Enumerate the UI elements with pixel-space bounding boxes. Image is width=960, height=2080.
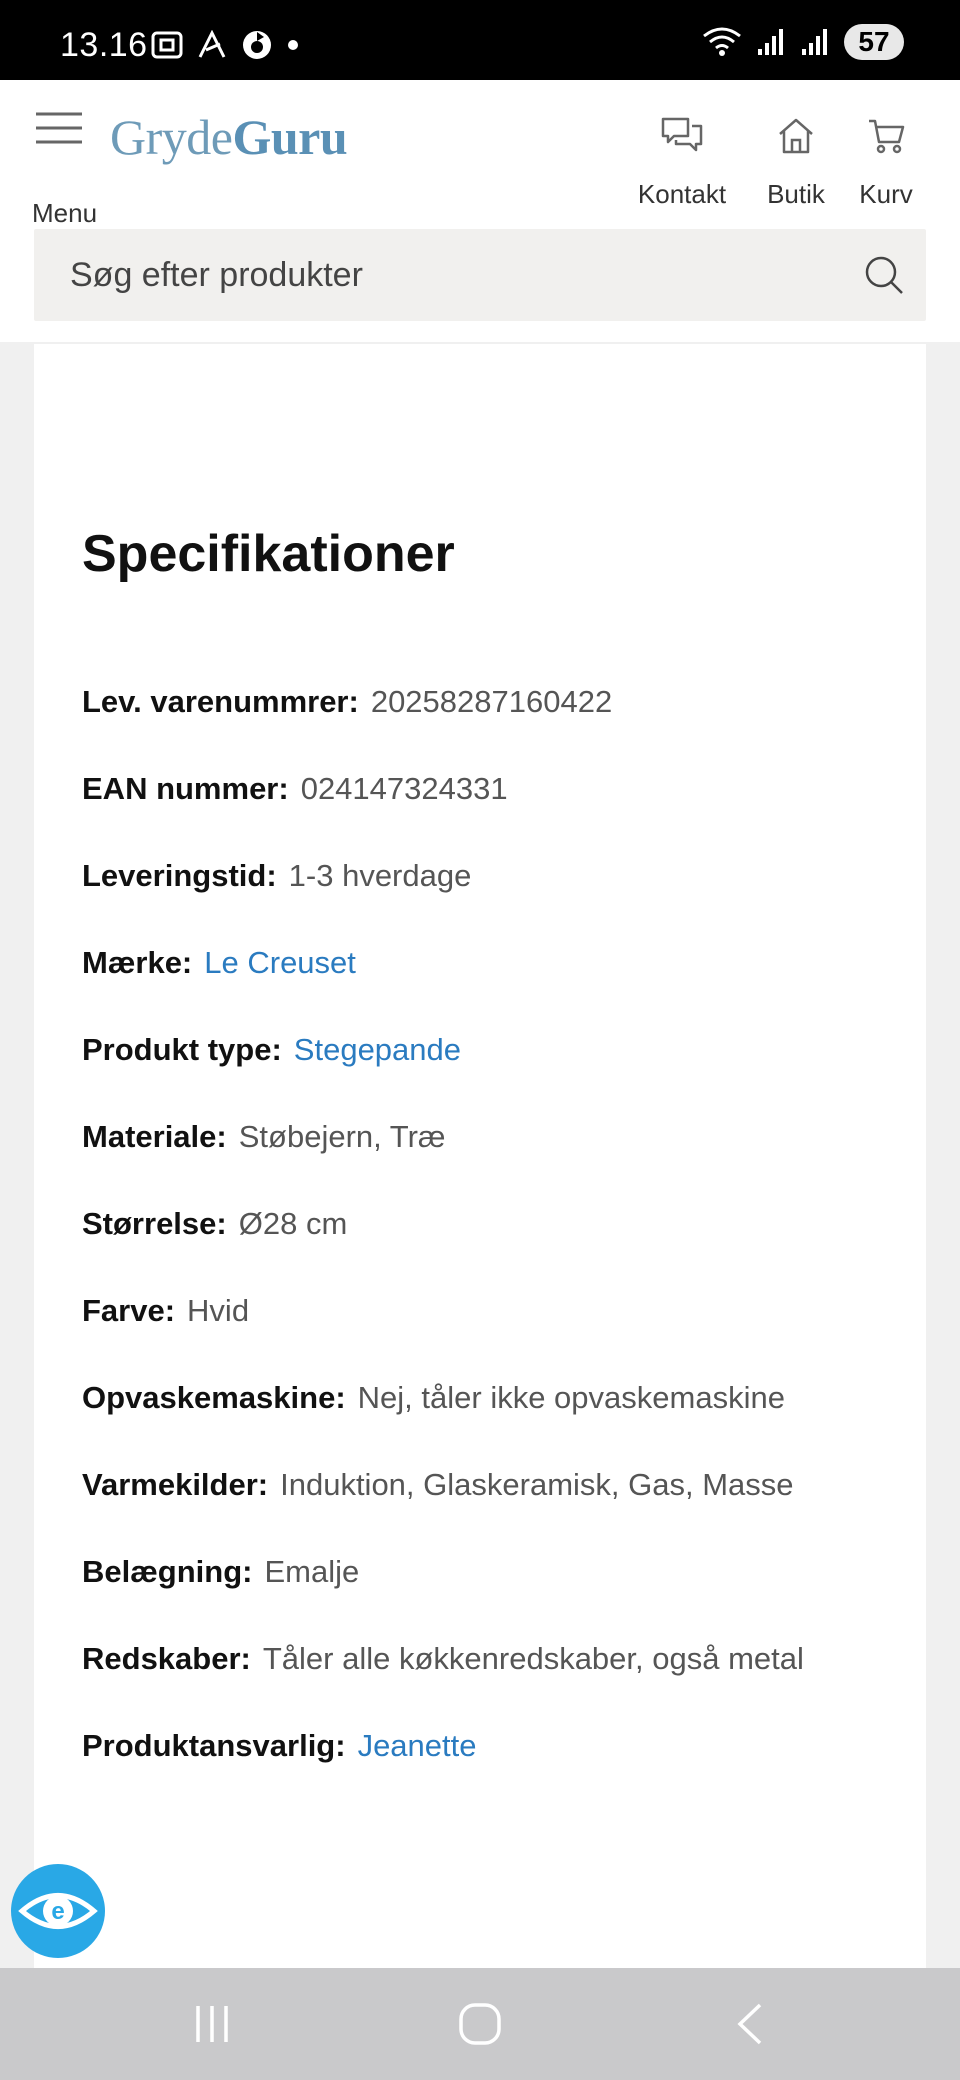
spec-label: Varmekilder: [82, 1467, 269, 1502]
spec-value: 024147324331 [300, 771, 508, 806]
spec-row: Materiale: Støbejern, Træ [82, 1119, 902, 1206]
product-type-link[interactable]: Stegepande [294, 1032, 461, 1068]
screenshot-icon [151, 31, 183, 59]
nav-kurv-label: Kurv [859, 179, 913, 209]
eye-icon: e [18, 1893, 98, 1929]
spec-label: Materiale: [82, 1119, 227, 1154]
spec-row: Farve: Hvid [82, 1293, 902, 1380]
search-bar [34, 229, 926, 321]
spec-row: Belægning: Emalje [82, 1554, 902, 1641]
spec-row: Opvaskemaskine: Nej, tåler ikke opvaskem… [82, 1380, 902, 1467]
nav-kurv[interactable]: Kurv [856, 116, 916, 210]
spec-row: Leveringstid: 1-3 hverdage [82, 858, 902, 945]
specifications-title: Specifikationer [82, 525, 455, 583]
android-nav-bar [0, 1968, 960, 2080]
spec-row: Redskaber: Tåler alle køkkenredskaber, o… [82, 1641, 902, 1728]
signal-icon [802, 29, 827, 55]
nav-butik[interactable]: Butik [758, 116, 834, 210]
svg-text:e: e [51, 1898, 64, 1925]
spec-value: Støbejern, Træ [238, 1119, 446, 1154]
accessibility-button[interactable]: e [11, 1864, 105, 1958]
dot-icon [288, 40, 298, 50]
chat-icon [661, 117, 703, 152]
spec-label: Mærke: [82, 945, 193, 980]
status-bar: 13.16 57 [0, 0, 960, 80]
spec-label: EAN nummer: [82, 771, 289, 806]
sync-icon [243, 31, 271, 59]
menu-button[interactable]: Menu [32, 108, 122, 228]
logo-part-1: Gryde [110, 109, 233, 165]
menu-label: Menu [32, 198, 98, 228]
spec-row: Produktansvarlig: Jeanette [82, 1728, 902, 1815]
battery-indicator: 57 [844, 24, 904, 60]
spec-value: 20258287160422 [370, 684, 613, 719]
home-circle-icon[interactable] [456, 2002, 504, 2046]
spec-label: Produkt type: [82, 1032, 282, 1067]
spec-row: Mærke: Le Creuset [82, 945, 902, 1032]
hamburger-icon [36, 112, 82, 144]
spec-row: Varmekilder: Induktion, Glaskeramisk, Ga… [82, 1467, 902, 1554]
spec-value: Ø28 cm [238, 1206, 348, 1241]
specifications-list: Lev. varenummrer: 20258287160422 EAN num… [82, 684, 902, 1815]
recent-apps-icon[interactable] [192, 2002, 232, 2046]
spec-row: Lev. varenummrer: 20258287160422 [82, 684, 902, 771]
back-icon[interactable] [734, 2002, 766, 2046]
status-icons-right: 57 [702, 24, 904, 60]
spec-value: Induktion, Glaskeramisk, Gas, Masse [280, 1467, 794, 1502]
app-icon [198, 30, 226, 58]
spec-label: Størrelse: [82, 1206, 227, 1241]
spec-label: Opvaskemaskine: [82, 1380, 346, 1415]
spec-value: Emalje [264, 1554, 360, 1589]
nav-kontakt-label: Kontakt [637, 179, 727, 209]
spec-row: EAN nummer: 024147324331 [82, 771, 902, 858]
spec-row: Produkt type: Stegepande [82, 1032, 902, 1119]
wifi-icon [703, 27, 741, 56]
spec-label: Produktansvarlig: [82, 1728, 346, 1763]
spec-label: Lev. varenummrer: [82, 684, 359, 719]
specifications-card: Specifikationer Lev. varenummrer: 202582… [34, 344, 926, 1968]
spec-value: Nej, tåler ikke opvaskemaskine [357, 1380, 785, 1415]
cart-icon [869, 119, 905, 154]
spec-label: Leveringstid: [82, 858, 277, 893]
status-time: 13.16 [60, 26, 148, 64]
spec-label: Redskaber: [82, 1641, 251, 1676]
nav-kontakt[interactable]: Kontakt [632, 116, 732, 210]
product-manager-link[interactable]: Jeanette [358, 1728, 477, 1764]
spec-value: Hvid [187, 1293, 250, 1328]
site-logo[interactable]: GrydeGuru [110, 108, 348, 166]
spec-label: Belægning: [82, 1554, 253, 1589]
spec-label: Farve: [82, 1293, 176, 1328]
spec-row: Størrelse: Ø28 cm [82, 1206, 902, 1293]
spec-value: Tåler alle køkkenredskaber, også metal [262, 1641, 804, 1676]
search-icon[interactable] [864, 255, 904, 295]
brand-link[interactable]: Le Creuset [204, 945, 356, 981]
status-icons-left [150, 28, 300, 62]
search-input[interactable] [70, 229, 850, 321]
spec-value: 1-3 hverdage [288, 858, 472, 893]
logo-part-2: Guru [232, 109, 348, 165]
site-header: Menu GrydeGuru Kontakt Butik Kurv [0, 80, 960, 342]
home-icon [779, 118, 813, 154]
signal-icon [758, 29, 783, 55]
nav-butik-label: Butik [767, 179, 825, 209]
